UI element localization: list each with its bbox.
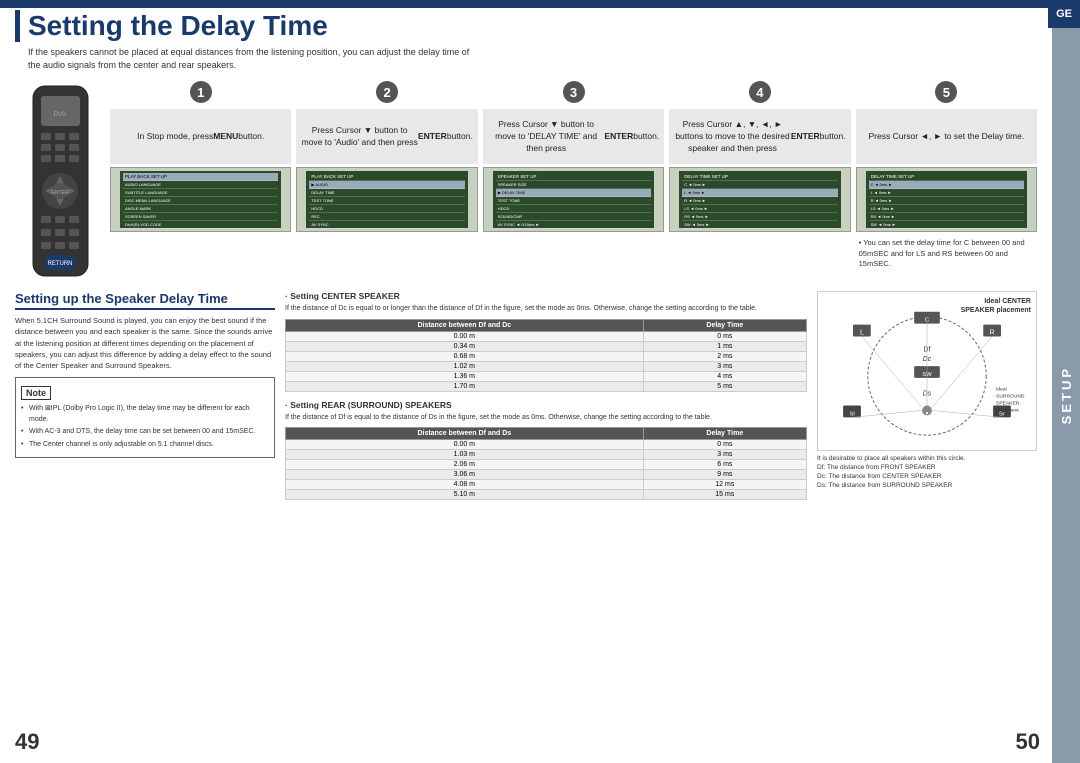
step-1-number: 1 bbox=[190, 81, 212, 103]
table-row: 0.00 m0 ms bbox=[286, 331, 807, 341]
note-box: Note With ⊠IPL (Dolby Pro Logic II), the… bbox=[15, 377, 275, 458]
table-row: 4.08 m12 ms bbox=[286, 480, 807, 490]
svg-text:ENTER: ENTER bbox=[51, 190, 68, 196]
step-4-screen: DELAY TIME SET UP C ◄ 0ms ► L ◄ 0ms ► R … bbox=[669, 167, 850, 232]
step-3-number: 3 bbox=[563, 81, 585, 103]
svg-text:DVD: DVD bbox=[53, 112, 66, 118]
page-number-left: 49 bbox=[15, 729, 39, 755]
remote-svg: DVD ENTER bbox=[23, 81, 98, 281]
note-item-3: The Center channel is only adjustable on… bbox=[21, 440, 269, 451]
svg-text:Sl: Sl bbox=[849, 412, 854, 418]
center-speaker-table: Distance between Df and Dc Delay Time 0.… bbox=[285, 319, 807, 392]
speaker-diagram-svg: L R C SW Df Dc Ds Sl bbox=[823, 297, 1031, 445]
rear-speaker-section: · Setting REAR (SURROUND) SPEAKERS If th… bbox=[285, 400, 807, 501]
note-item-1: With ⊠IPL (Dolby Pro Logic II), the dela… bbox=[21, 404, 269, 425]
step-5-note: • You can set the delay time for C betwe… bbox=[856, 235, 1037, 273]
bottom-left: Setting up the Speaker Delay Time When 5… bbox=[15, 291, 275, 500]
rear-table-col2: Delay Time bbox=[643, 428, 806, 440]
bottom-section: Setting up the Speaker Delay Time When 5… bbox=[15, 291, 1037, 500]
step-3-text: Press Cursor ▼ button to move to 'DELAY … bbox=[483, 109, 664, 164]
steps-row: DVD ENTER bbox=[15, 81, 1037, 281]
rear-table-col1: Distance between Df and Ds bbox=[286, 428, 644, 440]
diagram-note: It is desirable to place all speakers wi… bbox=[817, 454, 1037, 490]
center-speaker-text: If the distance of Dc is equal to or lon… bbox=[285, 304, 807, 315]
bottom-middle: · Setting CENTER SPEAKER If the distance… bbox=[285, 291, 807, 500]
table-row: 1.36 m4 ms bbox=[286, 371, 807, 381]
svg-text:C: C bbox=[925, 318, 930, 324]
step-4-box: 4 Press Cursor ▲, ▼, ◄, ► buttons to mov… bbox=[669, 81, 850, 281]
rear-speaker-title: · Setting REAR (SURROUND) SPEAKERS bbox=[285, 400, 807, 410]
table-row: 5.10 m15 ms bbox=[286, 490, 807, 500]
step-5-screen: DELAY TIME SET UP C ◄ 0ms ► L ◄ 0ms ► R … bbox=[856, 167, 1037, 232]
step-5-text: Press Cursor ◄, ► to set the Delay time. bbox=[856, 109, 1037, 164]
main-content: Setting the Delay Time If the speakers c… bbox=[0, 0, 1052, 763]
bottom-body-text: When 5.1CH Surround Sound is played, you… bbox=[15, 315, 275, 371]
svg-text:Ideal: Ideal bbox=[996, 387, 1007, 393]
bottom-right: Ideal CENTER SPEAKER placement L R C bbox=[817, 291, 1037, 500]
step-5-box: 5 Press Cursor ◄, ► to set the Delay tim… bbox=[856, 81, 1037, 281]
table-row: 0.68 m2 ms bbox=[286, 351, 807, 361]
table-row: 2.06 m6 ms bbox=[286, 460, 807, 470]
svg-text:SURROUND: SURROUND bbox=[996, 394, 1025, 400]
svg-text:R: R bbox=[990, 330, 995, 337]
table-row: 1.02 m3 ms bbox=[286, 361, 807, 371]
step-1-box: 1 In Stop mode, press MENU button. PLAY … bbox=[110, 81, 291, 281]
center-table-col2: Delay Time bbox=[643, 319, 806, 331]
step-1-text: In Stop mode, press MENU button. bbox=[110, 109, 291, 164]
step-2-screen: PLAY BACK SET UP ▶ AUDIO DELAY TIME TEST… bbox=[296, 167, 477, 232]
rear-speaker-text: If the distance of Df is equal to the di… bbox=[285, 413, 807, 424]
step-5-number: 5 bbox=[935, 81, 957, 103]
ge-badge: GE bbox=[1048, 0, 1080, 28]
step-4-text: Press Cursor ▲, ▼, ◄, ► buttons to move … bbox=[669, 109, 850, 164]
page-number-right: 50 bbox=[1016, 729, 1040, 755]
svg-text:Ds: Ds bbox=[923, 391, 932, 398]
table-row: 3.06 m9 ms bbox=[286, 470, 807, 480]
step-3-box: 3 Press Cursor ▼ button to move to 'DELA… bbox=[483, 81, 664, 281]
step-1-screen: PLAY BACK SET UP AUDIO LANGUAGE SUBTITLE… bbox=[110, 167, 291, 232]
table-row: 1.70 m5 ms bbox=[286, 381, 807, 391]
table-row: 0.00 m0 ms bbox=[286, 440, 807, 450]
diagram-container: Ideal CENTER SPEAKER placement L R C bbox=[817, 291, 1037, 451]
svg-text:SPEAKER: SPEAKER bbox=[996, 401, 1020, 407]
svg-text:RETURN: RETURN bbox=[47, 261, 72, 267]
bottom-section-title: Setting up the Speaker Delay Time bbox=[15, 291, 275, 310]
step-2-number: 2 bbox=[376, 81, 398, 103]
table-row: 0.34 m1 ms bbox=[286, 341, 807, 351]
step-3-screen: SPEAKER SET UP SPEAKER SIZE ▶ DELAY TIME… bbox=[483, 167, 664, 232]
svg-text:Dc: Dc bbox=[923, 356, 932, 363]
remote-container: DVD ENTER bbox=[15, 81, 105, 281]
rear-speaker-table: Distance between Df and Ds Delay Time 0.… bbox=[285, 427, 807, 500]
center-table-col1: Distance between Df and Dc bbox=[286, 319, 644, 331]
subtitle-text: If the speakers cannot be placed at equa… bbox=[15, 46, 1037, 71]
diagram-title: Ideal CENTER SPEAKER placement bbox=[961, 297, 1031, 315]
table-row: 1.03 m3 ms bbox=[286, 450, 807, 460]
step-2-text: Press Cursor ▼ button to move to 'Audio'… bbox=[296, 109, 477, 164]
page-title: Setting the Delay Time bbox=[15, 10, 1037, 42]
setup-bar: SETUP bbox=[1052, 28, 1080, 763]
note-item-2: With AC-3 and DTS, the delay time can be… bbox=[21, 427, 269, 438]
svg-text:placement: placement bbox=[996, 408, 1019, 414]
center-speaker-section: · Setting CENTER SPEAKER If the distance… bbox=[285, 291, 807, 392]
step-4-number: 4 bbox=[749, 81, 771, 103]
svg-text:●: ● bbox=[926, 412, 929, 417]
center-speaker-title: · Setting CENTER SPEAKER bbox=[285, 291, 807, 301]
svg-text:L: L bbox=[860, 330, 864, 337]
note-title: Note bbox=[21, 386, 51, 400]
step-2-box: 2 Press Cursor ▼ button to move to 'Audi… bbox=[296, 81, 477, 281]
